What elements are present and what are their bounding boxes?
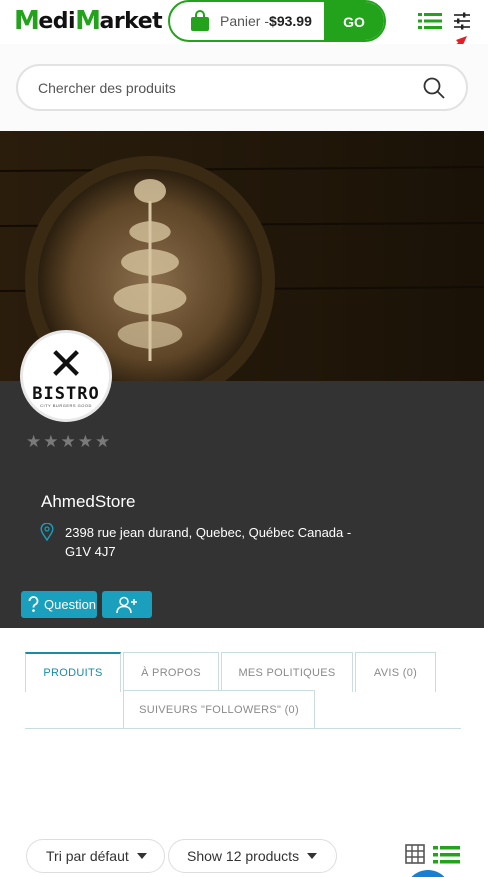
search-icon[interactable] — [422, 76, 446, 100]
map-pin-icon — [40, 523, 54, 541]
sort-label: Tri par défaut — [46, 848, 129, 864]
store-rating: ★ ★ ★ ★ ★ — [26, 434, 110, 451]
search-input[interactable] — [38, 66, 418, 109]
store-logo-tagline: CITY BURGERS GOOD — [40, 402, 92, 408]
cart-label: Panier -$93.99 — [220, 13, 312, 29]
floating-action-button[interactable] — [405, 870, 451, 877]
cart-widget[interactable]: Panier -$93.99 GO — [168, 0, 386, 42]
shopping-bag-icon — [191, 10, 209, 31]
store-name: AhmedStore — [41, 492, 136, 511]
chevron-down-icon — [136, 853, 147, 859]
question-label: Question — [44, 597, 97, 612]
list-view-icon[interactable] — [418, 12, 442, 30]
question-icon — [28, 596, 39, 612]
tab-avis[interactable]: AVIS (0) — [355, 652, 436, 692]
sliders-icon[interactable] — [452, 11, 472, 31]
star-icon: ★ — [26, 432, 42, 452]
tab-a-propos[interactable]: À PROPOS — [123, 652, 219, 692]
per-page-select[interactable]: Show 12 products — [168, 839, 337, 873]
grid-view-icon[interactable] — [405, 844, 425, 864]
cart-amount: $93.99 — [269, 13, 312, 29]
store-logo-name: BISTRO — [32, 383, 100, 404]
star-icon: ★ — [95, 432, 111, 452]
question-button[interactable]: Question — [21, 591, 97, 618]
right-edge — [484, 131, 488, 877]
store-address: 2398 rue jean durand, Quebec, Québec Can… — [65, 525, 352, 559]
search-box — [16, 64, 468, 111]
tab-produits[interactable]: PRODUITS — [25, 652, 121, 692]
sort-select[interactable]: Tri par défaut — [26, 839, 165, 873]
site-logo[interactable]: Medi Market — [14, 6, 163, 36]
follow-button[interactable] — [102, 591, 152, 618]
cart-go-button[interactable]: GO — [324, 2, 384, 40]
search-bar-area — [0, 44, 488, 131]
site-header: Medi Market Panier -$93.99 GO — [0, 0, 488, 44]
store-logo-mark: ✕ — [47, 338, 85, 390]
logo-text-2: arket — [99, 8, 163, 34]
store-logo-avatar: ✕ BISTRO CITY BURGERS GOOD — [20, 330, 112, 422]
logo-letter-m1: M — [14, 6, 40, 36]
tab-suiveurs[interactable]: SUIVEURS "FOLLOWERS" (0) — [123, 690, 315, 729]
cart-label-text: Panier - — [220, 13, 270, 29]
logo-text-1: edi — [38, 8, 76, 34]
logo-letter-m2: M — [75, 6, 101, 36]
per-page-label: Show 12 products — [187, 848, 300, 864]
star-icon: ★ — [77, 432, 93, 452]
star-icon: ★ — [60, 432, 76, 452]
tabs-divider — [25, 728, 461, 729]
tab-mes-politiques[interactable]: MES POLITIQUES — [221, 652, 353, 692]
star-icon: ★ — [43, 432, 59, 452]
add-user-icon — [116, 596, 137, 613]
chevron-down-icon — [307, 853, 318, 859]
list-view-icon[interactable] — [433, 845, 460, 864]
